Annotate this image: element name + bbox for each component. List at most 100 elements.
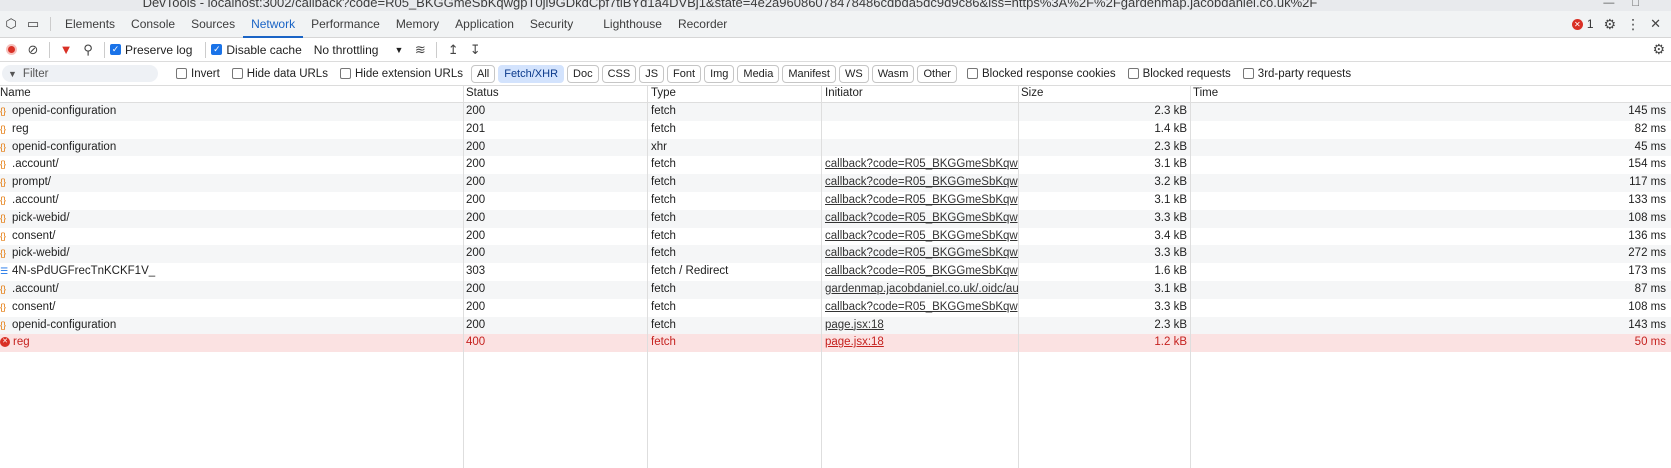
tab-recorder[interactable]: Recorder <box>670 11 735 37</box>
filter-chip-js[interactable]: JS <box>639 64 665 83</box>
column-divider <box>821 86 822 468</box>
request-name-cell[interactable]: {} prompt/ <box>0 176 460 188</box>
tab-performance[interactable]: Performance <box>303 11 388 37</box>
table-row[interactable]: {} .account/200 fetch gardenmap.jacobdaniel… <box>0 280 1671 299</box>
request-initiator-cell[interactable]: page.jsx:18 <box>825 336 1018 348</box>
error-counter[interactable]: ✕ 1 <box>1571 17 1594 31</box>
filter-input[interactable]: ▼ Filter <box>2 65 158 82</box>
column-header-status[interactable]: Status <box>466 87 499 99</box>
request-initiator-cell[interactable]: gardenmap.jacobdaniel.co.uk/.oidc/auth <box>825 283 1018 295</box>
tab-elements[interactable]: Elements <box>57 11 123 37</box>
request-initiator-cell[interactable]: callback?code=R05_BKGGmeSbKqwgpT0 <box>825 230 1018 242</box>
request-initiator-cell[interactable]: page.jsx:18 <box>825 319 1018 331</box>
request-initiator-cell[interactable]: callback?code=R05_BKGGmeSbKqwgpT0 <box>825 158 1018 170</box>
column-header-time[interactable]: Time <box>1193 87 1218 99</box>
more-options-icon[interactable]: ⋮ <box>1626 16 1640 33</box>
table-row[interactable]: {} prompt/200 fetch callback?code=R05_BKGGm… <box>0 174 1671 192</box>
error-count: 1 <box>1586 17 1594 31</box>
tab-memory[interactable]: Memory <box>388 11 447 37</box>
hide-extension-urls-checkbox[interactable]: Hide extension URLs <box>339 68 463 80</box>
table-row[interactable]: {} .account/200 fetch callback?code=R05_BKG… <box>0 156 1671 174</box>
request-initiator-cell[interactable]: callback?code=R05_BKGGmeSbKqwgpT0 <box>825 212 1018 224</box>
table-row[interactable]: {} .account/200 fetch callback?code=R05_BKG… <box>0 192 1671 210</box>
tab-network[interactable]: Network <box>243 11 304 38</box>
column-header-size[interactable]: Size <box>1021 87 1043 99</box>
request-initiator-cell[interactable]: callback?code=R05_BKGGmeSbKqwgpT0 <box>825 247 1018 259</box>
table-row[interactable]: {} reg 201 fetch 1.4 kB 82 ms <box>0 121 1671 139</box>
request-name-cell[interactable]: {} .account/ <box>0 158 460 170</box>
request-name-cell[interactable]: {} pick-webid/ <box>0 247 460 259</box>
table-row[interactable]: {} consent/200 fetch callback?code=R05_BKGG… <box>0 228 1671 246</box>
request-name: reg <box>12 122 29 135</box>
table-row[interactable]: ✕ reg 400 fetch page.jsx:18 1.2 kB 50 ms <box>0 334 1671 353</box>
hide-data-urls-checkbox[interactable]: Hide data URLs <box>231 68 328 80</box>
request-name-cell[interactable]: {} pick-webid/ <box>0 212 460 224</box>
export-har-icon[interactable]: ↧ <box>464 38 486 62</box>
table-row[interactable]: {} openid-configuration 200 xhr 2.3 kB 45 ms <box>0 138 1671 157</box>
filter-chip-other[interactable]: Other <box>917 64 957 83</box>
tab-console[interactable]: Console <box>123 11 183 37</box>
request-name-cell[interactable]: {} consent/ <box>0 301 460 313</box>
filter-chip-all[interactable]: All <box>470 64 496 83</box>
blocked-requests-checkbox[interactable]: Blocked requests <box>1127 68 1231 80</box>
stop-recording-icon[interactable] <box>0 38 22 62</box>
table-row[interactable]: {} consent/200 fetch callback?code=R05_BKGG… <box>0 299 1671 317</box>
filter-chip-manifest[interactable]: Manifest <box>782 64 836 83</box>
request-initiator-cell[interactable]: callback?code=R05_BKGGmeSbKqwgpT0 <box>825 265 1018 277</box>
request-initiator-cell[interactable]: callback?code=R05_BKGGmeSbKqwgpT0 <box>825 301 1018 313</box>
error-icon: ✕ <box>1571 18 1583 30</box>
request-name-cell[interactable]: {} .account/ <box>0 194 460 206</box>
tab-lighthouse[interactable]: Lighthouse <box>595 11 670 37</box>
table-row[interactable]: ☰ 4N-sPdUGFrecTnKCKF1V_ 303 fetch / Redirec… <box>0 263 1671 281</box>
filter-chip-img[interactable]: Img <box>704 64 735 83</box>
request-name: prompt/ <box>12 176 51 189</box>
filter-chip-fetch-xhr[interactable]: Fetch/XHR <box>498 64 565 83</box>
filter-chip-media[interactable]: Media <box>737 64 780 83</box>
filter-chip-wasm[interactable]: Wasm <box>871 64 915 83</box>
request-initiator-cell[interactable]: callback?code=R05_BKGGmeSbKqwgpT0 <box>825 176 1018 188</box>
close-devtools-icon[interactable]: ✕ <box>1650 16 1661 32</box>
tab-security[interactable]: Security <box>522 11 581 37</box>
filter-chip-ws[interactable]: WS <box>838 64 869 83</box>
disable-cache-checkbox[interactable]: ✓ Disable cache <box>211 43 302 57</box>
request-name-cell[interactable]: {} openid-configuration <box>0 141 460 153</box>
request-name-cell[interactable]: ☰ 4N-sPdUGFrecTnKCKF1V_ <box>0 265 460 277</box>
network-settings-gear-icon[interactable]: ⚙ <box>1652 41 1665 58</box>
request-name-cell[interactable]: {} openid-configuration <box>0 105 460 117</box>
filter-chip-doc[interactable]: Doc <box>567 64 599 83</box>
third-party-requests-checkbox[interactable]: 3rd-party requests <box>1242 68 1351 80</box>
request-name-cell[interactable]: {} .account/ <box>0 283 460 295</box>
request-size-cell: 3.1 kB <box>1154 158 1187 171</box>
filter-funnel-icon[interactable]: ▼ <box>55 38 77 62</box>
request-time-cell: 145 ms <box>1628 105 1666 117</box>
table-row[interactable]: {} openid-configuration 200 fetch page.jsx:1… <box>0 316 1671 335</box>
request-name-cell[interactable]: ✕ reg <box>0 336 460 348</box>
tab-sources[interactable]: Sources <box>183 11 243 37</box>
inspect-element-icon[interactable]: ⬡ <box>0 11 22 37</box>
request-name-cell[interactable]: {} consent/ <box>0 230 460 242</box>
device-toolbar-icon[interactable]: ▭ <box>22 11 44 37</box>
column-header-initiator[interactable]: Initiator <box>825 87 863 99</box>
table-row[interactable]: {} openid-configuration 200 fetch 2.3 kB 145 … <box>0 103 1671 121</box>
request-name-cell[interactable]: {} reg <box>0 123 460 135</box>
filter-chip-font[interactable]: Font <box>667 64 702 83</box>
settings-gear-icon[interactable]: ⚙ <box>1604 16 1617 33</box>
request-name-cell[interactable]: {} openid-configuration <box>0 319 460 331</box>
table-row[interactable]: {} pick-webid/200 fetch callback?code=R05_B… <box>0 245 1671 264</box>
filter-chip-css[interactable]: CSS <box>601 64 637 83</box>
request-initiator-cell[interactable]: callback?code=R05_BKGGmeSbKqwgpT0 <box>825 194 1018 206</box>
table-row[interactable]: {} pick-webid/200 fetch callback?code=R05_B… <box>0 209 1671 228</box>
tabbar-right-controls: ✕ 1 ⚙ ⋮ ✕ <box>1571 11 1671 37</box>
clear-icon[interactable]: ⊘ <box>22 38 44 62</box>
network-conditions-icon[interactable]: ≋ <box>409 38 431 62</box>
column-header-name[interactable]: Name <box>0 87 31 99</box>
blocked-response-cookies-checkbox[interactable]: Blocked response cookies <box>966 68 1116 80</box>
tab-application[interactable]: Application <box>447 11 522 37</box>
invert-checkbox[interactable]: Invert <box>176 68 220 80</box>
import-har-icon[interactable]: ↥ <box>442 38 464 62</box>
column-header-type[interactable]: Type <box>651 87 676 99</box>
preserve-log-checkbox[interactable]: ✓ Preserve log <box>110 43 192 57</box>
search-icon[interactable]: ⚲ <box>77 38 99 62</box>
window-controls[interactable]: —□ <box>1603 0 1657 9</box>
throttling-select[interactable]: No throttling ▼ <box>314 43 404 57</box>
